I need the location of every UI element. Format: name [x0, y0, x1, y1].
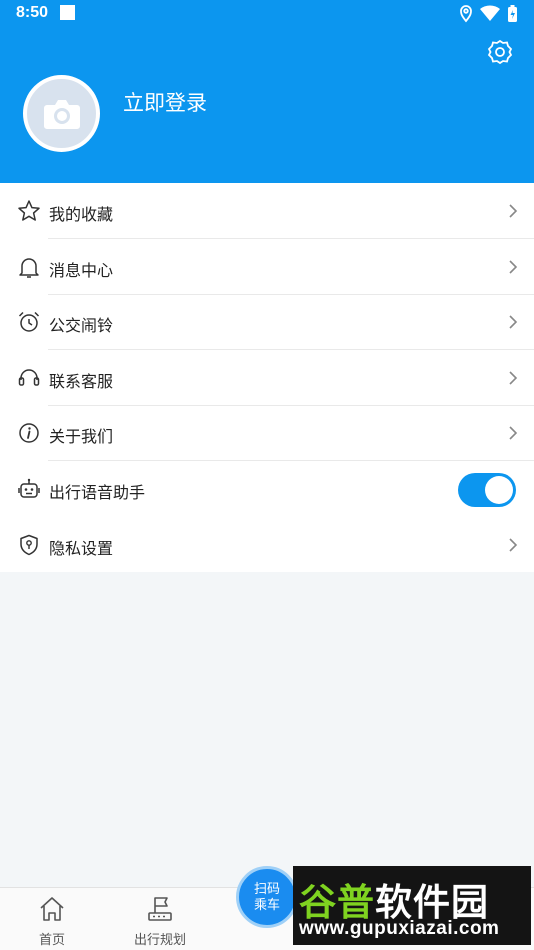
avatar[interactable]: [23, 75, 100, 152]
menu-item-bus-alarm[interactable]: 公交闹铃: [0, 294, 534, 350]
home-icon: [40, 897, 64, 921]
watermark-logo: 谷普软件园 www.gupuxiazai.com: [293, 866, 531, 945]
info-icon: [19, 423, 39, 443]
nav-tab-home[interactable]: 首页: [2, 888, 102, 950]
shield-icon: [20, 534, 38, 556]
headset-icon: [18, 369, 40, 386]
status-time: 8:50: [16, 4, 49, 21]
menu-item-label: 出行语音助手: [49, 485, 146, 502]
robot-icon: [18, 478, 40, 498]
bell-icon: [19, 258, 39, 278]
settings-menu: 我的收藏 消息中心 公交闹铃 联系客服 关于我们 出行语音助手 隐私设置: [0, 183, 534, 572]
notification-square-icon: [60, 5, 75, 20]
menu-item-customer-service[interactable]: 联系客服: [0, 350, 534, 406]
menu-item-label: 联系客服: [49, 374, 114, 391]
chevron-right-icon: [509, 371, 518, 385]
camera-icon: [43, 99, 80, 129]
chevron-right-icon: [509, 315, 518, 329]
status-icons: [460, 5, 517, 23]
chevron-right-icon: [509, 260, 518, 274]
login-link[interactable]: 立即登录: [123, 87, 207, 117]
menu-item-messages[interactable]: 消息中心: [0, 239, 534, 295]
menu-item-label: 关于我们: [49, 429, 114, 446]
menu-item-favorites[interactable]: 我的收藏: [0, 183, 534, 239]
settings-gear-icon[interactable]: [486, 38, 514, 66]
status-bar: 8:50: [0, 0, 534, 28]
menu-item-about-us[interactable]: 关于我们: [0, 405, 534, 461]
profile-header: 8:50 立即登录: [0, 0, 534, 183]
toggle-knob: [485, 476, 513, 504]
scan-label-line1: 扫码: [253, 881, 280, 896]
voice-assistant-toggle[interactable]: [458, 473, 516, 507]
alarm-clock-icon: [18, 311, 40, 332]
star-icon: [18, 200, 40, 221]
trip-planning-icon: [148, 897, 172, 921]
menu-item-voice-assistant: 出行语音助手: [0, 461, 534, 517]
chevron-right-icon: [509, 426, 518, 440]
scan-label-line2: 乘车: [253, 897, 280, 912]
menu-item-label: 公交闹铃: [49, 318, 114, 335]
menu-item-label: 我的收藏: [49, 207, 114, 224]
wifi-icon: [480, 5, 500, 22]
menu-item-label: 隐私设置: [49, 541, 114, 558]
battery-icon: [508, 5, 517, 22]
menu-item-label: 消息中心: [49, 263, 114, 280]
watermark-url: www.gupuxiazai.com: [299, 918, 500, 939]
chevron-right-icon: [509, 538, 518, 552]
chevron-right-icon: [509, 204, 518, 218]
nav-tab-label: 出行规划: [133, 932, 186, 947]
scan-to-ride-button[interactable]: 扫码 乘车: [236, 866, 298, 928]
menu-item-privacy-settings[interactable]: 隐私设置: [0, 517, 534, 573]
nav-tab-trip-planning[interactable]: 出行规划: [110, 888, 210, 950]
nav-tab-label: 首页: [38, 932, 65, 947]
location-icon: [460, 5, 472, 23]
